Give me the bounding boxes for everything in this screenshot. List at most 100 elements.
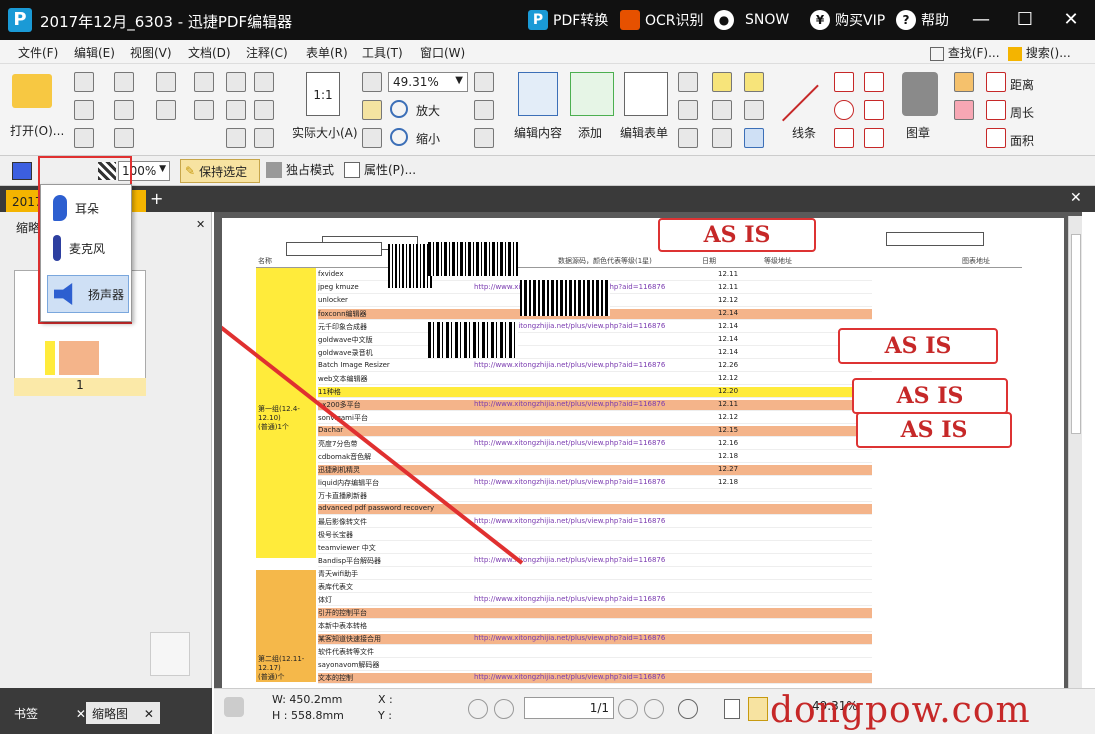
polyline-icon[interactable] <box>864 72 884 92</box>
find-button[interactable]: 查找(F)... <box>930 44 1000 61</box>
menu-file[interactable]: 文件(F) <box>18 44 58 61</box>
fit-visible-icon[interactable] <box>362 128 382 148</box>
open-label[interactable]: 打开(O)... <box>10 122 64 139</box>
dropdown-item-microphone[interactable]: 麦克风 <box>47 229 129 267</box>
area-label[interactable]: 面积 <box>1010 132 1034 149</box>
pages-icon[interactable] <box>254 128 274 148</box>
minimize-button[interactable]: — <box>968 8 994 32</box>
clipboard-icon[interactable] <box>254 100 274 120</box>
forward-icon[interactable] <box>194 100 214 120</box>
zoom-in-icon[interactable] <box>390 100 408 118</box>
close-tab-icon[interactable]: ✕ <box>1070 190 1082 206</box>
ocr-button[interactable]: OCR识别 <box>620 8 704 32</box>
redo-icon[interactable] <box>156 100 176 120</box>
line-icon[interactable] <box>782 84 819 122</box>
menu-comment[interactable]: 注释(C) <box>246 44 288 61</box>
add-label[interactable]: 添加 <box>578 124 602 141</box>
zoom-select[interactable]: 49.31% ▼ <box>388 72 468 92</box>
highlight-icon[interactable] <box>712 72 732 92</box>
menu-tools[interactable]: 工具(T) <box>362 44 403 61</box>
pdf-convert-button[interactable]: P PDF转换 <box>528 8 608 32</box>
close-icon[interactable]: ✕ <box>144 707 154 721</box>
menu-form[interactable]: 表单(R) <box>306 44 348 61</box>
rectangle-icon[interactable] <box>834 128 854 148</box>
scan-icon[interactable] <box>114 100 134 120</box>
pdf-page[interactable]: 名称 数据源码，颜色代表等级(1星) 日期 等级地址 图表地址 fxvidex 1… <box>222 218 1064 688</box>
zoom-in-label[interactable]: 放大 <box>416 102 440 119</box>
close-button[interactable]: ✕ <box>1058 8 1084 32</box>
menu-edit[interactable]: 编辑(E) <box>74 44 115 61</box>
help-button[interactable]: ? 帮助 <box>896 8 949 32</box>
single-page-icon[interactable] <box>724 699 740 719</box>
rotate-right-icon[interactable] <box>474 128 494 148</box>
perimeter-icon[interactable] <box>986 100 1006 120</box>
menu-window[interactable]: 窗口(W) <box>420 44 465 61</box>
back-nav-icon[interactable] <box>678 699 698 719</box>
print-icon[interactable] <box>74 100 94 120</box>
vertical-scrollbar[interactable] <box>1068 216 1082 688</box>
stamp-icon[interactable] <box>902 72 938 116</box>
pencil-icon[interactable] <box>954 72 974 92</box>
actual-size-icon[interactable]: 1:1 <box>306 72 340 116</box>
buy-vip-button[interactable]: ¥ 购买VIP <box>810 8 885 32</box>
user-button[interactable]: ● SNOW <box>714 8 789 32</box>
dropdown-item-speaker[interactable]: 扬声器 <box>47 275 129 313</box>
snapshot-icon[interactable] <box>226 128 246 148</box>
text-box-icon[interactable] <box>678 100 698 120</box>
area-icon[interactable] <box>986 128 1006 148</box>
menu-document[interactable]: 文档(D) <box>188 44 231 61</box>
fit-page-icon[interactable] <box>362 72 382 92</box>
polygon-icon[interactable] <box>864 100 884 120</box>
scroll-thumb[interactable] <box>1071 234 1081 434</box>
new-tab-icon[interactable]: + <box>150 190 166 208</box>
edit-content-label[interactable]: 编辑内容 <box>514 124 562 141</box>
eraser-icon[interactable] <box>954 100 974 120</box>
zoom-out-icon[interactable] <box>390 128 408 146</box>
email-icon[interactable] <box>114 72 134 92</box>
distance-icon[interactable] <box>986 72 1006 92</box>
menu-view[interactable]: 视图(V) <box>130 44 172 61</box>
combo-box-icon[interactable] <box>678 128 698 148</box>
panel-close-icon[interactable]: ✕ <box>196 218 205 231</box>
maximize-button[interactable]: ☐ <box>1012 8 1038 32</box>
export-icon[interactable] <box>74 128 94 148</box>
sound-icon[interactable] <box>744 128 764 148</box>
close-icon[interactable]: ✕ <box>76 707 86 721</box>
fit-width-icon[interactable] <box>362 100 382 120</box>
distance-label[interactable]: 距离 <box>1010 76 1034 93</box>
arrow-icon[interactable] <box>834 72 854 92</box>
select-text-icon[interactable] <box>226 100 246 120</box>
first-page-icon[interactable] <box>468 699 488 719</box>
last-page-icon[interactable] <box>644 699 664 719</box>
text-field-icon[interactable] <box>678 72 698 92</box>
underline-icon[interactable] <box>712 128 732 148</box>
keep-selected-button[interactable]: ✎ 保持选定 <box>180 159 260 183</box>
next-page-icon[interactable] <box>618 699 638 719</box>
ellipse-icon[interactable] <box>834 100 854 120</box>
line-label[interactable]: 线条 <box>792 124 816 141</box>
tab-thumbnails[interactable]: 缩略图 ✕ <box>86 702 160 724</box>
camera-icon[interactable] <box>254 72 274 92</box>
edit-content-icon[interactable] <box>518 72 558 116</box>
prev-page-icon[interactable] <box>494 699 514 719</box>
open-folder-icon[interactable] <box>12 74 52 108</box>
edit-form-label[interactable]: 编辑表单 <box>620 124 668 141</box>
zoom-out-label[interactable]: 缩小 <box>416 130 440 147</box>
edit-form-icon[interactable] <box>624 72 668 116</box>
actual-size-label[interactable]: 实际大小(A) <box>292 124 358 141</box>
rotate-left-icon[interactable] <box>474 100 494 120</box>
continuous-page-icon[interactable] <box>748 697 768 721</box>
color-swatch[interactable] <box>12 162 32 180</box>
back-icon[interactable] <box>194 72 214 92</box>
hand-tool-icon[interactable] <box>226 72 246 92</box>
zoom-tool-icon[interactable] <box>474 72 494 92</box>
perimeter-label[interactable]: 周长 <box>1010 104 1034 121</box>
exclusive-mode-button[interactable]: 独占模式 <box>266 161 334 178</box>
save-icon[interactable] <box>74 72 94 92</box>
properties-button[interactable]: 属性(P)... <box>344 161 416 178</box>
add-icon[interactable] <box>570 72 614 116</box>
strikeout-icon[interactable] <box>712 100 732 120</box>
attachment-icon[interactable] <box>744 100 764 120</box>
new-doc-icon[interactable] <box>114 128 134 148</box>
search-button[interactable]: 搜索()... <box>1008 44 1071 61</box>
